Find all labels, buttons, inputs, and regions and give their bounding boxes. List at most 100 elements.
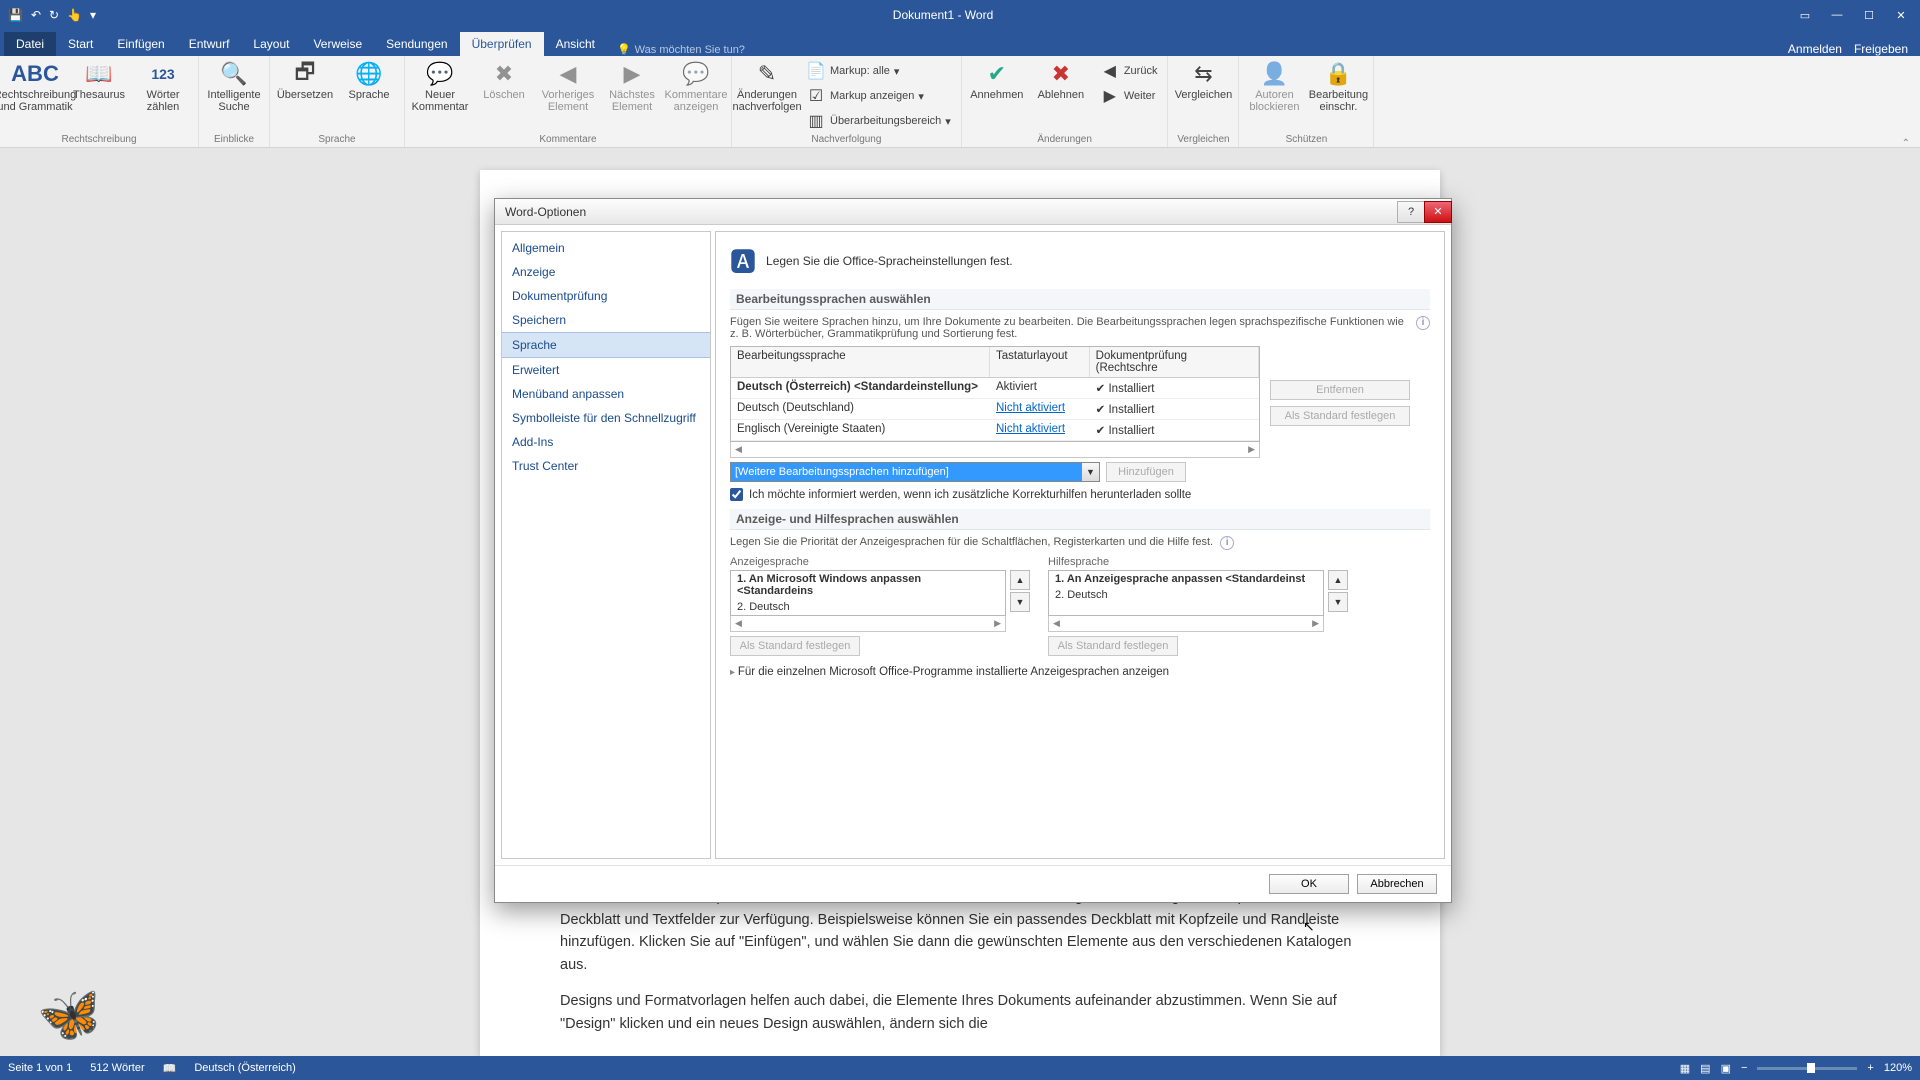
nav-addins[interactable]: Add-Ins (502, 430, 710, 454)
chevron-down-icon[interactable]: ▼ (1081, 463, 1099, 481)
ribbon-review: ABCRechtschreibung und Grammatik 📖Thesau… (0, 56, 1920, 148)
table-row[interactable]: Englisch (Vereinigte Staaten) Nicht akti… (731, 420, 1259, 441)
move-down-button[interactable]: ▼ (1328, 592, 1348, 612)
block-authors-button[interactable]: 👤Autoren blockieren (1245, 59, 1303, 113)
move-up-button[interactable]: ▲ (1328, 570, 1348, 590)
word-count-button[interactable]: 123Wörter zählen (134, 59, 192, 113)
show-installed-languages-expander[interactable]: Für die einzelnen Microsoft Office-Progr… (730, 666, 1430, 678)
tab-file[interactable]: Datei (4, 32, 56, 56)
undo-icon[interactable]: ↶ (31, 8, 41, 22)
info-icon[interactable]: i (1416, 316, 1430, 330)
enable-keyboard-link[interactable]: Nicht aktiviert (996, 402, 1065, 414)
tab-layout[interactable]: Layout (241, 32, 301, 56)
tell-me-search[interactable]: 💡Was möchten Sie tun? (617, 43, 745, 56)
dialog-close-button[interactable]: ✕ (1424, 201, 1452, 223)
notify-checkbox[interactable]: Ich möchte informiert werden, wenn ich z… (730, 488, 1430, 501)
notify-checkbox-input[interactable] (730, 488, 743, 501)
dialog-help-button[interactable]: ? (1397, 201, 1425, 223)
list-item[interactable]: 2. Deutsch (731, 599, 1005, 615)
group-comments-label: Kommentare (411, 134, 725, 147)
nav-advanced[interactable]: Erweitert (502, 358, 710, 382)
nav-language[interactable]: Sprache (502, 332, 710, 358)
nav-qat[interactable]: Symbolleiste für den Schnellzugriff (502, 406, 710, 430)
display-language-list[interactable]: 1. An Microsoft Windows anpassen <Standa… (730, 570, 1006, 616)
nav-display[interactable]: Anzeige (502, 260, 710, 284)
show-markup-menu[interactable]: ☑Markup anzeigen ▾ (802, 84, 955, 108)
dialog-title: Word-Optionen (505, 205, 586, 219)
reject-button[interactable]: ✖Ablehnen (1032, 59, 1090, 101)
enable-keyboard-link[interactable]: Nicht aktiviert (996, 423, 1065, 435)
track-changes-button[interactable]: ✎Änderungen nachverfolgen (738, 59, 796, 113)
zoom-out-button[interactable]: − (1741, 1062, 1747, 1074)
compare-button[interactable]: ⇆Vergleichen (1174, 59, 1232, 101)
help-language-list[interactable]: 1. An Anzeigesprache anpassen <Standarde… (1048, 570, 1324, 616)
maximize-button[interactable]: ☐ (1854, 9, 1884, 22)
info-icon[interactable]: i (1220, 536, 1234, 550)
zoom-level[interactable]: 120% (1884, 1062, 1912, 1074)
next-comment-button[interactable]: ▶Nächstes Element (603, 59, 661, 113)
tab-references[interactable]: Verweise (301, 32, 374, 56)
view-print-icon[interactable]: ▤ (1700, 1062, 1710, 1075)
table-hscrollbar[interactable]: ◀▶ (730, 442, 1260, 458)
zoom-slider[interactable] (1757, 1067, 1857, 1070)
spelling-button[interactable]: ABCRechtschreibung und Grammatik (6, 59, 64, 113)
tab-insert[interactable]: Einfügen (105, 32, 176, 56)
delete-comment-button[interactable]: ✖Löschen (475, 59, 533, 101)
table-row[interactable]: Deutsch (Österreich) <Standardeinstellun… (731, 378, 1259, 399)
share-button[interactable]: Freigeben (1854, 42, 1908, 56)
smart-lookup-button[interactable]: 🔍Intelligente Suche (205, 59, 263, 113)
nav-customize-ribbon[interactable]: Menüband anpassen (502, 382, 710, 406)
nav-trust-center[interactable]: Trust Center (502, 454, 710, 478)
ok-button[interactable]: OK (1269, 874, 1349, 894)
move-down-button[interactable]: ▼ (1010, 592, 1030, 612)
prev-change-button[interactable]: ◀Zurück (1096, 59, 1162, 83)
move-up-button[interactable]: ▲ (1010, 570, 1030, 590)
tab-start[interactable]: Start (56, 32, 105, 56)
status-page[interactable]: Seite 1 von 1 (8, 1062, 72, 1074)
redo-icon[interactable]: ↻ (49, 8, 59, 22)
editing-languages-table[interactable]: Bearbeitungssprache Tastaturlayout Dokum… (730, 346, 1260, 442)
status-language[interactable]: Deutsch (Österreich) (194, 1062, 295, 1074)
list-item[interactable]: 2. Deutsch (1049, 587, 1323, 603)
reviewing-pane-button[interactable]: ▥Überarbeitungsbereich ▾ (802, 109, 955, 133)
save-icon[interactable]: 💾 (8, 8, 23, 22)
nav-general[interactable]: Allgemein (502, 236, 710, 260)
ribbon-display-icon[interactable]: ▭ (1790, 9, 1820, 22)
cancel-button[interactable]: Abbrechen (1357, 874, 1437, 894)
close-button[interactable]: ✕ (1886, 9, 1916, 22)
list-item[interactable]: 1. An Microsoft Windows anpassen <Standa… (731, 571, 1005, 599)
view-read-icon[interactable]: ▦ (1680, 1062, 1690, 1075)
translate-button[interactable]: 🗗Übersetzen (276, 59, 334, 101)
prev-comment-button[interactable]: ◀Vorheriges Element (539, 59, 597, 113)
nav-save[interactable]: Speichern (502, 308, 710, 332)
view-web-icon[interactable]: ▣ (1721, 1062, 1731, 1075)
tab-review[interactable]: Überprüfen (460, 32, 544, 56)
next-change-button[interactable]: ▶Weiter (1096, 84, 1162, 108)
thesaurus-button[interactable]: 📖Thesaurus (70, 59, 128, 101)
list-hscrollbar[interactable]: ◀▶ (730, 616, 1006, 632)
watermark-logo-icon: 🦋 (33, 980, 107, 1051)
lock-icon: 🔒 (1322, 61, 1354, 87)
list-item[interactable]: 1. An Anzeigesprache anpassen <Standarde… (1049, 571, 1323, 587)
minimize-button[interactable]: — (1822, 9, 1852, 22)
status-proof-icon[interactable]: 📖 (163, 1062, 177, 1075)
accept-button[interactable]: ✔Annehmen (968, 59, 1026, 101)
options-content: 🅰 Legen Sie die Office-Spracheinstellung… (715, 231, 1445, 859)
tab-view[interactable]: Ansicht (544, 32, 607, 56)
nav-proofing[interactable]: Dokumentprüfung (502, 284, 710, 308)
restrict-editing-button[interactable]: 🔒Bearbeitung einschr. (1309, 59, 1367, 113)
add-language-combo[interactable]: [Weitere Bearbeitungssprachen hinzufügen… (730, 462, 1100, 482)
sign-in-link[interactable]: Anmelden (1788, 42, 1842, 56)
show-comments-button[interactable]: 💬Kommentare anzeigen (667, 59, 725, 113)
zoom-in-button[interactable]: + (1867, 1062, 1873, 1074)
language-button[interactable]: 🌐Sprache (340, 59, 398, 101)
list-hscrollbar[interactable]: ◀▶ (1048, 616, 1324, 632)
status-words[interactable]: 512 Wörter (90, 1062, 144, 1074)
new-comment-button[interactable]: 💬Neuer Kommentar (411, 59, 469, 113)
tab-design[interactable]: Entwurf (177, 32, 242, 56)
table-row[interactable]: Deutsch (Deutschland) Nicht aktiviert ✔ … (731, 399, 1259, 420)
set-help-default-button: Als Standard festlegen (1048, 636, 1178, 656)
markup-display-combo[interactable]: 📄Markup: alle ▾ (802, 59, 955, 83)
touch-mode-icon[interactable]: 👆 (67, 8, 82, 22)
tab-mailings[interactable]: Sendungen (374, 32, 459, 56)
